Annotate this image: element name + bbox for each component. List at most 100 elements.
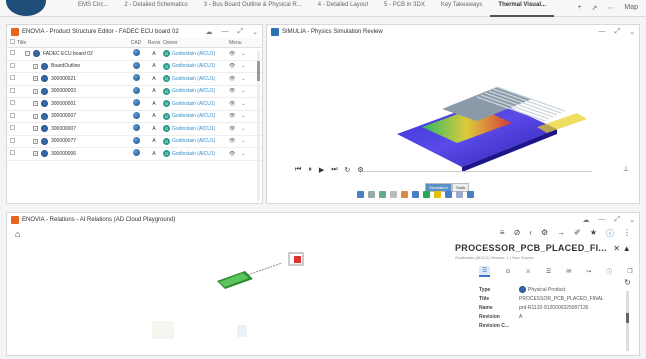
history-tab-icon[interactable]: ↪ [586,268,591,275]
row-owner[interactable]: Godinstain (AICU1) [172,51,215,57]
maximize-icon[interactable]: ⤢ [238,28,244,36]
expand-toggle-icon[interactable]: + [33,113,38,119]
chevron-down-icon[interactable]: ⌄ [241,76,245,82]
minimize-icon[interactable]: — [222,28,229,36]
more-icon[interactable]: ⋯ [607,4,614,12]
chevron-down-icon[interactable]: ⌄ [241,63,245,69]
row-owner[interactable]: Godinstain (AICU1) [172,113,215,119]
share-icon[interactable]: ‹ [529,228,532,239]
column-owner[interactable]: Owner [163,40,229,46]
row-checkbox[interactable] [10,62,15,68]
results-icon[interactable] [401,191,408,198]
eye-icon[interactable]: 👁 [229,63,235,69]
row-title[interactable]: BoardOutline [51,63,80,69]
cloud-icon[interactable]: ☁ [583,216,590,224]
eye-icon[interactable]: 👁 [229,113,235,119]
chevron-down-icon[interactable]: ⌄ [629,216,635,224]
settings-icon[interactable]: ⚙ [541,228,548,239]
column-revision[interactable]: Revis [145,40,163,46]
tab-1[interactable]: EMS Circ... [70,0,116,17]
row-title[interactable]: 300000006 [51,151,76,157]
properties-tab-icon[interactable]: ☰ [479,266,491,277]
minimize-icon[interactable]: — [599,216,606,224]
row-title[interactable]: 300000077 [51,138,76,144]
expand-toggle-icon[interactable]: + [33,101,38,107]
view-icon[interactable] [368,191,375,198]
eye-icon[interactable]: 👁 [229,88,235,94]
row-checkbox[interactable] [10,87,15,93]
chevron-down-icon[interactable]: ⌄ [241,88,245,94]
column-menu[interactable]: Menu [229,40,253,46]
tab-6[interactable]: Key Takeaways [433,0,491,17]
table-row[interactable]: + 300000007 A G Godinstain (AICU1) 👁 ⌄ [7,123,262,136]
refresh-icon[interactable]: ↻ [624,278,631,287]
maximize-icon[interactable]: ⤢ [615,28,621,36]
row-checkbox[interactable] [10,112,15,118]
row-checkbox[interactable] [10,100,15,106]
eye-icon[interactable]: 👁 [229,138,235,144]
expand-toggle-icon[interactable]: + [33,88,38,94]
cloud-icon[interactable]: ☁ [206,28,213,36]
tab-3[interactable]: 3 - Bus Board Outline & Physical R... [196,0,310,17]
expand-toggle-icon[interactable]: + [33,126,38,132]
home-icon[interactable]: ⌂ [15,229,20,239]
relations-graph-canvas[interactable] [7,241,445,357]
row-checkbox[interactable] [10,125,15,131]
column-title[interactable]: Title [17,40,127,46]
row-owner[interactable]: Godinstain (AICU1) [172,88,215,94]
relations-tab-icon[interactable]: ⊙ [505,268,510,275]
eye-icon[interactable]: 👁 [229,51,235,57]
row-title[interactable]: FADEC ECU board 02 [43,51,93,57]
chevron-down-icon[interactable]: ⌄ [241,113,245,119]
sensor-icon[interactable] [434,191,441,198]
list-tab-icon[interactable]: ☰ [546,268,551,275]
table-row[interactable]: + 300000007 A G Godinstain (AICU1) 👁 ⌄ [7,111,262,123]
details-tab-icon[interactable]: ⓘ [606,267,612,276]
vertical-scrollbar[interactable] [257,51,260,201]
hide-icon[interactable]: ⊘ [514,228,521,239]
row-checkbox[interactable] [10,137,15,143]
chevron-down-icon[interactable]: ⌄ [629,28,635,36]
table-row[interactable]: + 300000006 A G Godinstain (AICU1) 👁 ⌄ [7,148,262,161]
info-icon[interactable] [467,191,474,198]
table-row[interactable]: − FADEC ECU board 02 A G Godinstain (AIC… [7,48,262,61]
routes-tab-icon[interactable]: ⚔ [525,268,530,275]
row-title[interactable]: 300000021 [51,76,76,82]
expand-toggle-icon[interactable]: + [33,151,38,157]
plot-icon[interactable] [423,191,430,198]
skip-back-icon[interactable]: ⏮ [295,166,301,174]
row-checkbox[interactable] [10,50,15,56]
row-title[interactable]: 300000007 [51,113,76,119]
fit-icon[interactable] [357,191,364,198]
loop-icon[interactable]: ↻ [345,166,351,174]
row-title[interactable]: 300000003 [51,88,76,94]
info-icon[interactable]: ⓘ [606,228,614,239]
chevron-down-icon[interactable]: ⌄ [241,151,245,157]
comments-tab-icon[interactable]: ✉ [566,268,571,275]
info-scrollbar[interactable] [626,291,629,351]
more-icon[interactable]: ⋮ [623,228,631,239]
compass-logo[interactable] [0,0,46,17]
row-title[interactable]: 300000007 [51,126,76,132]
select-all-checkbox[interactable] [10,39,15,44]
chevron-down-icon[interactable]: ⌄ [241,138,245,144]
play-icon[interactable]: ▶ [319,166,324,174]
eye-icon[interactable]: 👁 [229,151,235,157]
chevron-down-icon[interactable]: ⌄ [241,101,245,107]
expand-toggle-icon[interactable]: + [33,138,38,144]
table-row[interactable]: + BoardOutline A G Godinstain (AICU1) 👁 … [7,61,262,73]
expand-toggle-icon[interactable]: + [33,63,38,69]
tab-4[interactable]: 4 - Detailed Layout [310,0,376,17]
star-icon[interactable]: ★ [590,228,597,239]
eye-icon[interactable]: 👁 [229,76,235,82]
table-row[interactable]: + 300000001 A G Godinstain (AICU1) 👁 ⌄ [7,98,262,111]
contour-icon[interactable] [412,191,419,198]
row-owner[interactable]: Godinstain (AICU1) [172,151,215,157]
capture-icon[interactable] [456,191,463,198]
navigate-icon[interactable]: → [557,228,565,239]
animation-slider[interactable] [362,171,592,172]
minimize-icon[interactable]: — [599,28,606,36]
tab-5[interactable]: 5 - PCB in 3DX [376,0,433,17]
expand-toggle-icon[interactable]: + [33,76,38,82]
row-owner[interactable]: Godinstain (AICU1) [172,126,215,132]
